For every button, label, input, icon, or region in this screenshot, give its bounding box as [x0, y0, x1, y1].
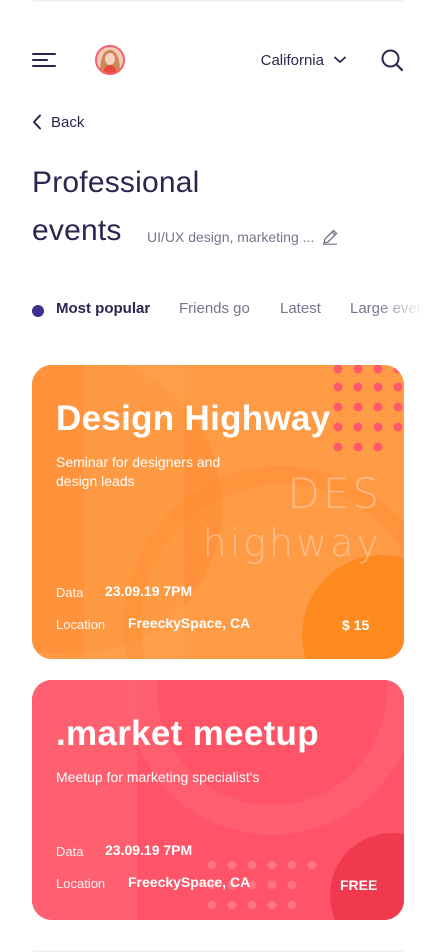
event-date-label: Data	[56, 844, 84, 859]
interest-tags[interactable]: UI/UX design, marketing ...	[147, 229, 338, 245]
event-card-design-highway[interactable]: DES highway Design Highway Seminar for d…	[32, 365, 404, 659]
filter-tabs: Most popular Friends go Latest Large eve…	[32, 300, 436, 322]
card-watermark-line1: DES	[287, 469, 382, 518]
event-title: Design Highway	[56, 399, 331, 438]
event-location-label: Location	[56, 876, 106, 891]
top-divider	[32, 0, 404, 2]
event-location-label: Location	[56, 617, 106, 632]
page-title-line2: events	[32, 214, 122, 247]
filter-friends-go[interactable]: Friends go	[179, 300, 250, 317]
event-description: Seminar for designers and design leads	[56, 454, 221, 489]
event-price: FREE	[340, 877, 378, 893]
event-date: 23.09.19 7PM	[105, 842, 193, 858]
event-description: Meetup for marketing specialist's	[56, 769, 260, 785]
location-label: California	[260, 51, 324, 69]
pencil-edit-icon[interactable]	[322, 229, 338, 245]
search-icon[interactable]	[380, 48, 404, 72]
page-title-line1: Professional	[32, 166, 200, 199]
chevron-left-icon	[33, 114, 41, 130]
event-price: $ 15	[342, 617, 370, 633]
card-watermark-line2: highway	[202, 521, 382, 565]
back-button[interactable]: Back	[32, 111, 84, 133]
event-card-market-meetup[interactable]: .market meetup Meetup for marketing spec…	[32, 680, 404, 920]
event-location: FreeckySpace, CA	[128, 615, 251, 631]
app-header: California	[32, 40, 404, 80]
location-select[interactable]: California	[261, 49, 346, 71]
event-date-label: Data	[56, 585, 84, 600]
event-title: .market meetup	[56, 714, 319, 753]
filter-most-popular[interactable]: Most popular	[56, 300, 150, 317]
filters-fade	[376, 300, 436, 322]
chevron-down-icon	[334, 56, 346, 63]
event-location: FreeckySpace, CA	[128, 874, 251, 890]
active-filter-dot	[32, 305, 44, 317]
back-label: Back	[51, 113, 85, 131]
avatar[interactable]	[95, 45, 125, 75]
hamburger-menu-icon[interactable]	[32, 52, 56, 68]
interest-tags-text: UI/UX design, marketing ...	[147, 229, 315, 245]
filter-latest[interactable]: Latest	[280, 300, 321, 317]
event-date: 23.09.19 7PM	[105, 583, 193, 599]
